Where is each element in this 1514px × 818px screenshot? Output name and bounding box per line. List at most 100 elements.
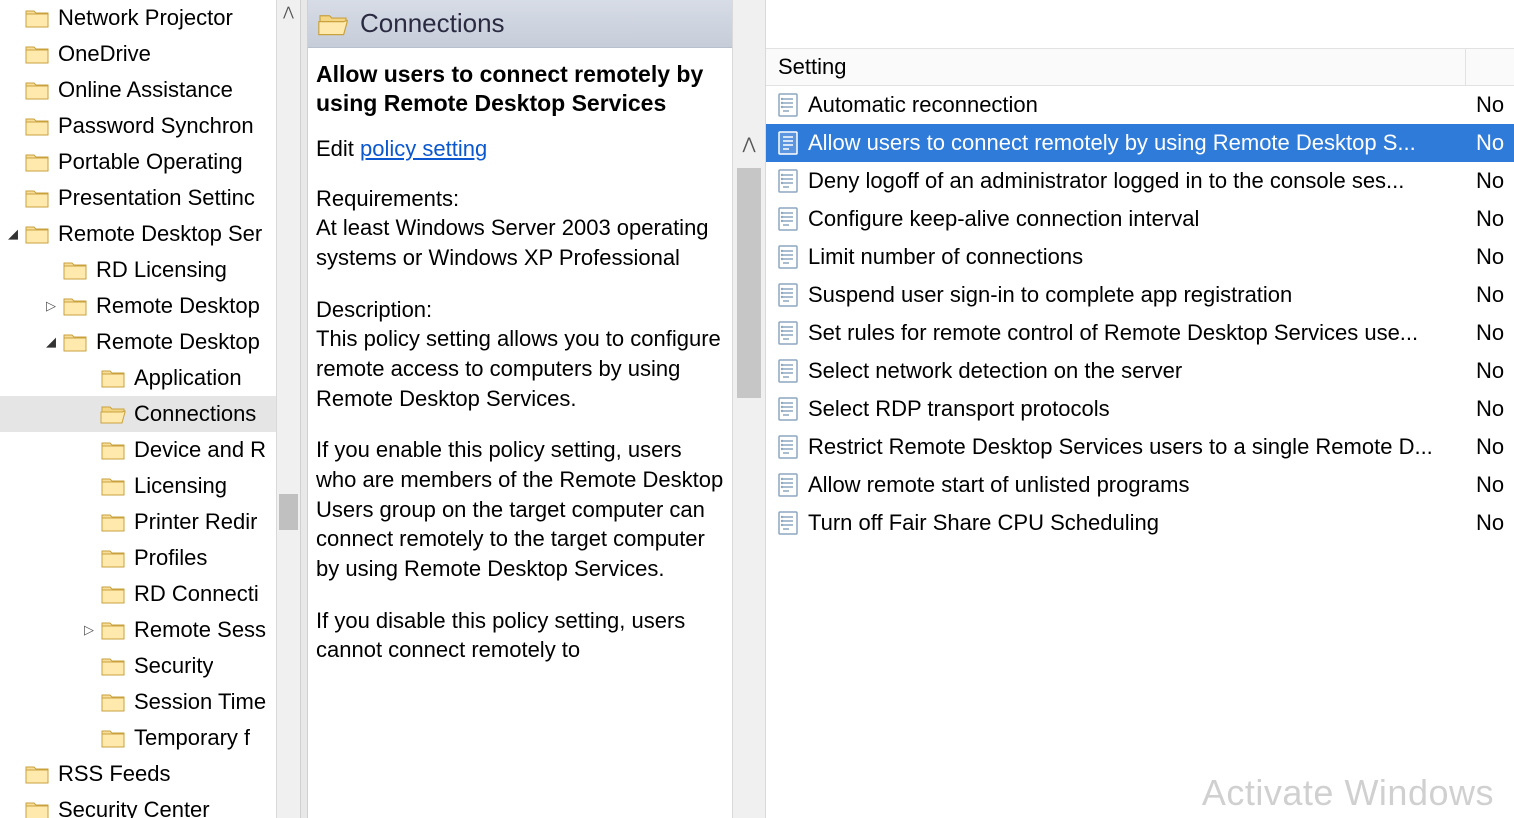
list-row-setting: Configure keep-alive connection interval — [808, 206, 1466, 232]
tree-item-label: Connections — [134, 401, 256, 427]
folder-icon — [62, 295, 88, 317]
column-header-setting[interactable]: Setting — [766, 49, 1466, 85]
folder-open-icon — [100, 403, 126, 425]
folder-icon — [100, 583, 126, 605]
folder-icon — [100, 439, 126, 461]
tree-item[interactable]: RSS Feeds — [0, 756, 300, 792]
list-row[interactable]: Turn off Fair Share CPU SchedulingNo — [766, 504, 1514, 542]
tree-item-label: Printer Redir — [134, 509, 257, 535]
tree-item[interactable]: Security — [0, 648, 300, 684]
column-header-state[interactable] — [1466, 49, 1514, 85]
tree-item[interactable]: Connections — [0, 396, 300, 432]
scroll-thumb[interactable] — [279, 494, 298, 530]
list-row-setting: Select network detection on the server — [808, 358, 1466, 384]
tree-item[interactable]: ◢Remote Desktop Ser — [0, 216, 300, 252]
tree-item-label: Temporary f — [134, 725, 250, 751]
list-row[interactable]: Select network detection on the serverNo — [766, 352, 1514, 390]
tree-item-label: Session Time — [134, 689, 266, 715]
edit-policy-line: Edit policy setting — [316, 136, 724, 162]
tree-item[interactable]: RD Licensing — [0, 252, 300, 288]
list-row[interactable]: Limit number of connectionsNo — [766, 238, 1514, 276]
tree-item[interactable]: RD Connecti — [0, 576, 300, 612]
tree-item[interactable]: Password Synchron — [0, 108, 300, 144]
tree-item[interactable]: Profiles — [0, 540, 300, 576]
tree-item-label: RSS Feeds — [58, 761, 171, 787]
list-row[interactable]: Configure keep-alive connection interval… — [766, 200, 1514, 238]
list-row-state: No — [1466, 434, 1514, 460]
tree-item-label: Licensing — [134, 473, 227, 499]
list-row[interactable]: Automatic reconnectionNo — [766, 86, 1514, 124]
folder-icon — [24, 115, 50, 137]
description-body: This policy setting allows you to config… — [316, 324, 724, 413]
folder-icon — [62, 259, 88, 281]
tree-item[interactable]: Temporary f — [0, 720, 300, 756]
scroll-up-icon[interactable]: ⋀ — [733, 130, 765, 158]
description-disable: If you disable this policy setting, user… — [316, 606, 724, 665]
tree-item-label: Remote Desktop — [96, 293, 260, 319]
policy-setting-icon — [776, 321, 800, 345]
tree-item[interactable]: Portable Operating — [0, 144, 300, 180]
list-row-setting: Automatic reconnection — [808, 92, 1466, 118]
tree-item[interactable]: Printer Redir — [0, 504, 300, 540]
tree-item[interactable]: Licensing — [0, 468, 300, 504]
list-row[interactable]: Select RDP transport protocolsNo — [766, 390, 1514, 428]
scroll-track[interactable] — [277, 24, 300, 794]
scroll-thumb[interactable] — [737, 168, 761, 398]
folder-icon — [100, 511, 126, 533]
tree-item[interactable]: ◢ Remote Desktop — [0, 324, 300, 360]
list-row-setting: Deny logoff of an administrator logged i… — [808, 168, 1466, 194]
chevron-right-icon[interactable]: ▷ — [80, 621, 98, 639]
tree-item[interactable]: Application — [0, 360, 300, 396]
detail-scrollbar[interactable]: ⋀ — [732, 0, 766, 818]
list-row-state: No — [1466, 320, 1514, 346]
list-row[interactable]: Deny logoff of an administrator logged i… — [766, 162, 1514, 200]
list-row[interactable]: Set rules for remote control of Remote D… — [766, 314, 1514, 352]
tree-scrollbar[interactable]: ⋀ ⋁ — [276, 0, 300, 818]
chevron-right-icon[interactable]: ▷ — [42, 297, 60, 315]
folder-icon — [24, 799, 50, 818]
tree-item[interactable]: Security Center — [0, 792, 300, 818]
scroll-up-icon[interactable]: ⋀ — [277, 0, 300, 24]
list-row[interactable]: Allow users to connect remotely by using… — [766, 124, 1514, 162]
list-header: Setting — [766, 48, 1514, 86]
folder-icon — [100, 619, 126, 641]
tree-item[interactable]: Presentation Settinc — [0, 180, 300, 216]
policy-setting-icon — [776, 93, 800, 117]
folder-icon — [24, 223, 50, 245]
tree-item-label: Security Center — [58, 797, 210, 818]
tree-item[interactable]: OneDrive — [0, 36, 300, 72]
tree-item[interactable]: Network Projector — [0, 0, 300, 36]
tree-item-label: Remote Desktop — [96, 329, 260, 355]
policy-setting-icon — [776, 207, 800, 231]
policy-item-title: Allow users to connect remotely by using… — [316, 60, 724, 118]
list-row[interactable]: Allow remote start of unlisted programsN… — [766, 466, 1514, 504]
policy-setting-icon — [776, 131, 800, 155]
activate-windows-watermark: Activate Windows — [1202, 772, 1494, 814]
tree-item-label: Portable Operating — [58, 149, 243, 175]
splitter-tree-detail[interactable] — [300, 0, 308, 818]
policy-setting-icon — [776, 397, 800, 421]
tree-item[interactable]: Device and R — [0, 432, 300, 468]
chevron-down-icon[interactable]: ◢ — [42, 333, 60, 351]
edit-policy-link[interactable]: policy setting — [360, 136, 487, 161]
tree-item[interactable]: Online Assistance — [0, 72, 300, 108]
list-row[interactable]: Suspend user sign-in to complete app reg… — [766, 276, 1514, 314]
tree-item-label: Remote Sess — [134, 617, 266, 643]
chevron-down-icon[interactable]: ◢ — [4, 225, 22, 243]
tree-item[interactable]: ▷ Remote Desktop — [0, 288, 300, 324]
list-panel: Setting Automatic reconnectionNoAllow us… — [766, 0, 1514, 818]
tree-item[interactable]: ▷ Remote Sess — [0, 612, 300, 648]
list-row-state: No — [1466, 510, 1514, 536]
tree-item[interactable]: Session Time — [0, 684, 300, 720]
description-label: Description: — [316, 295, 724, 325]
list-row-setting: Allow remote start of unlisted programs — [808, 472, 1466, 498]
tree-item-label: Application — [134, 365, 242, 391]
policy-setting-icon — [776, 359, 800, 383]
list-row[interactable]: Restrict Remote Desktop Services users t… — [766, 428, 1514, 466]
folder-icon — [24, 7, 50, 29]
folder-icon — [24, 763, 50, 785]
folder-icon — [100, 475, 126, 497]
tree-item-label: OneDrive — [58, 41, 151, 67]
tree-item-label: Online Assistance — [58, 77, 233, 103]
tree-item-label: Presentation Settinc — [58, 185, 255, 211]
